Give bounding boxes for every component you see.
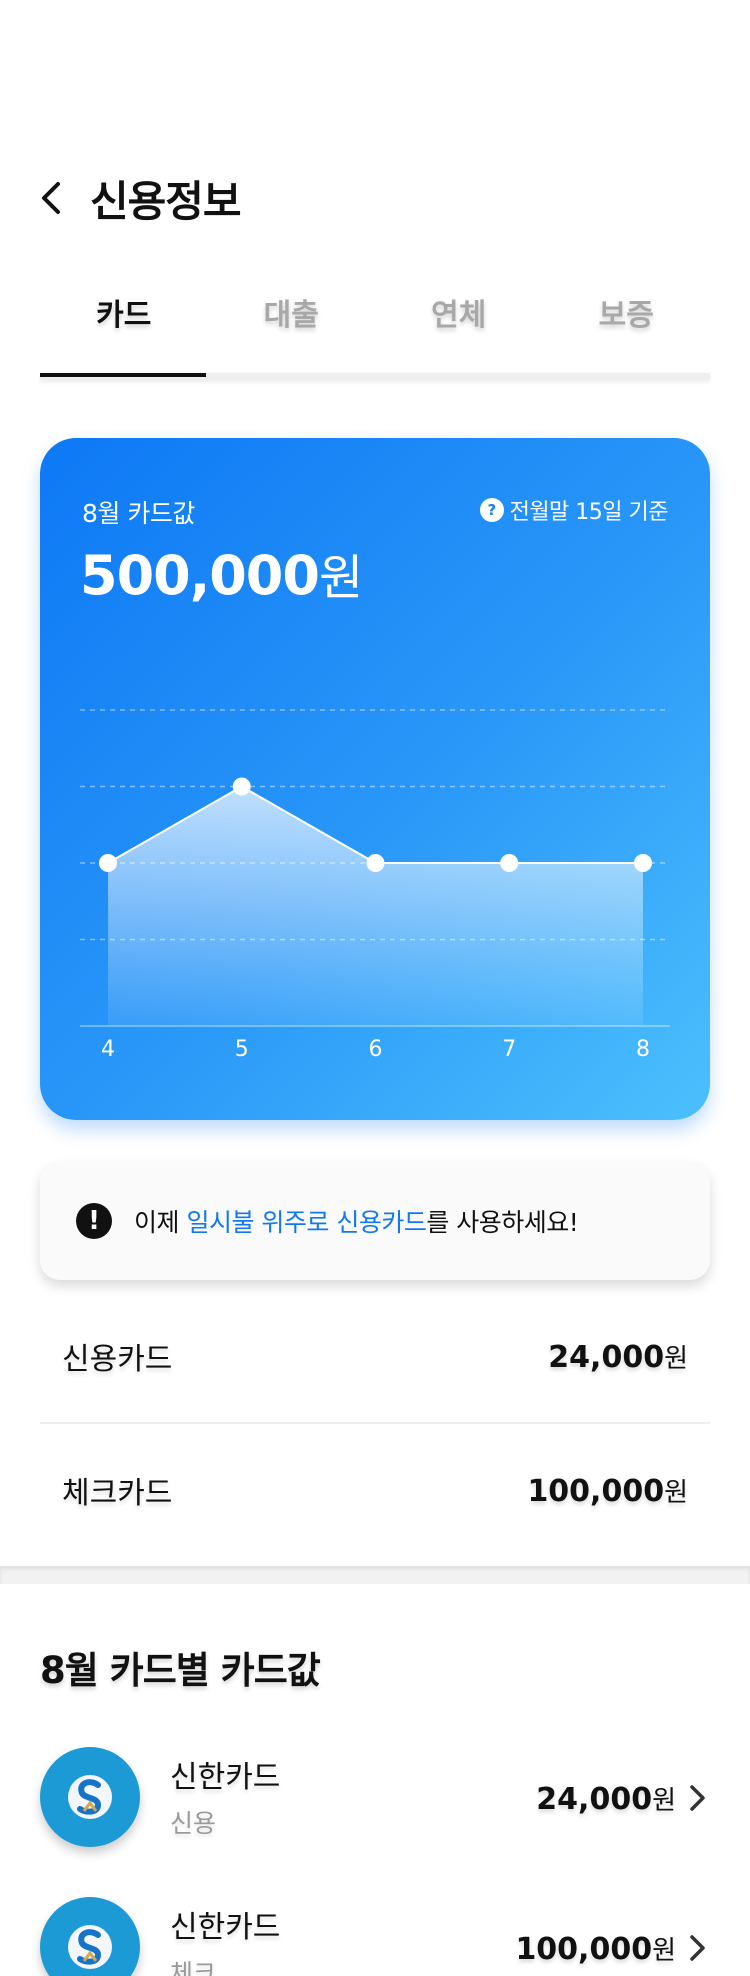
help-icon[interactable]: ?: [479, 498, 504, 522]
summary-label: 8월 카드값: [82, 499, 195, 528]
total-amount: 24,000원: [548, 1338, 688, 1375]
page-title: 신용정보: [90, 176, 242, 226]
chart-area: [108, 786, 643, 1026]
chart-point: [500, 854, 519, 872]
tab-overdue[interactable]: 연체: [375, 280, 543, 378]
total-label: 체크카드: [62, 1476, 173, 1511]
chart-point: [366, 854, 385, 872]
total-amount-unit: 원: [664, 1343, 688, 1374]
chart-x-tick-label: 7: [502, 1037, 516, 1062]
summary-amount: 500,000원: [80, 538, 363, 608]
summary-amount-value: 500,000: [80, 544, 320, 607]
list-item[interactable]: 신한카드 신용 24,000원: [40, 1742, 710, 1852]
chart-point: [634, 854, 652, 872]
card-amount-value: 100,000: [515, 1932, 653, 1967]
chevron-right-icon: [690, 1785, 705, 1811]
card-amount: 24,000원: [536, 1780, 676, 1817]
total-row-credit: 신용카드 24,000원: [40, 1290, 710, 1422]
section-title: 8월 카드별 카드값: [40, 1649, 321, 1692]
card-name: 신한카드: [170, 1910, 281, 1945]
tab-bar: 카드 대출 연체 보증: [40, 280, 710, 378]
tab-card[interactable]: 카드: [40, 280, 208, 378]
card-type: 체크: [170, 1959, 217, 1976]
card-name: 신한카드: [170, 1760, 281, 1795]
chevron-left-icon: [42, 182, 60, 214]
card-amount-unit: 원: [652, 1786, 676, 1816]
chart-x-tick-label: 5: [235, 1037, 249, 1062]
section-separator: [0, 1566, 750, 1584]
total-label: 신용카드: [62, 1342, 173, 1377]
summary-basis: ? 전월말 15일 기준: [479, 494, 669, 526]
chart-x-tick-label: 4: [101, 1037, 115, 1062]
total-amount-unit: 원: [664, 1477, 688, 1508]
total-amount: 100,000원: [527, 1472, 688, 1509]
back-button[interactable]: [40, 170, 80, 226]
summary-basis-text: 전월말 15일 기준: [509, 500, 669, 525]
notice-highlight: 일시불 위주로 신용카드: [186, 1208, 427, 1237]
card-amount-unit: 원: [652, 1936, 676, 1966]
notice-prefix: 이제: [134, 1208, 187, 1237]
chart-point: [232, 777, 251, 796]
shinhan-logo-icon: [40, 1747, 140, 1847]
card-type: 신용: [170, 1809, 217, 1838]
total-row-check: 체크카드 100,000원: [40, 1424, 710, 1556]
alert-icon: !: [76, 1203, 112, 1239]
notice-text: 이제 일시불 위주로 신용카드를 사용하세요!: [134, 1203, 579, 1239]
total-amount-value: 100,000: [527, 1473, 665, 1509]
card-amount-value: 24,000: [536, 1782, 653, 1817]
notice-suffix: 를 사용하세요!: [426, 1208, 579, 1237]
chart-x-tick-label: 8: [636, 1037, 650, 1062]
chart-point: [99, 854, 117, 872]
tab-guarantee[interactable]: 보증: [543, 280, 711, 378]
chart-x-tick-label: 6: [369, 1037, 383, 1062]
shinhan-logo-icon: [40, 1897, 140, 1976]
header: 신용정보: [40, 170, 242, 226]
list-item[interactable]: 신한카드 체크 100,000원: [40, 1892, 710, 1976]
card-summary: 4 5 6 7 8 8월 카드값 500,000원 ? 전월말 15일 기준: [40, 438, 710, 1120]
notice-banner: ! 이제 일시불 위주로 신용카드를 사용하세요!: [40, 1162, 710, 1280]
tab-loan[interactable]: 대출: [208, 280, 376, 378]
chevron-right-icon: [690, 1935, 705, 1961]
summary-amount-unit: 원: [318, 550, 363, 606]
tab-active-indicator: [40, 373, 206, 377]
total-amount-value: 24,000: [548, 1339, 665, 1375]
card-amount: 100,000원: [515, 1930, 676, 1967]
